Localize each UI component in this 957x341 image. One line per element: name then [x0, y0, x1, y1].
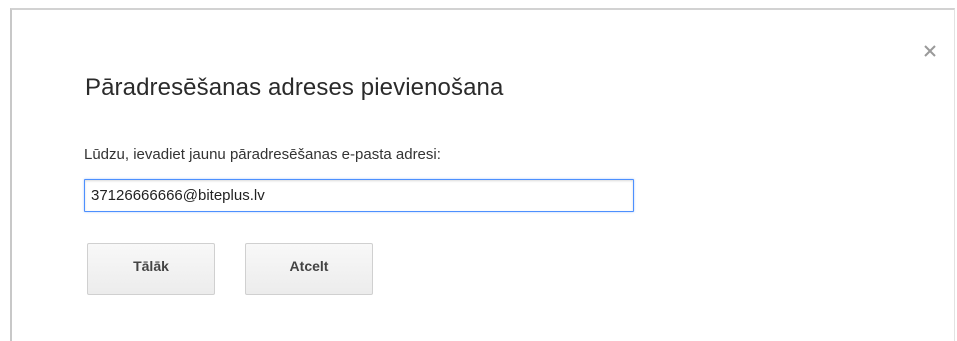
next-button-label: Tālāk [133, 258, 169, 274]
cancel-button-label: Atcelt [289, 258, 329, 274]
forwarding-email-input[interactable] [84, 179, 634, 212]
next-button[interactable]: Tālāk [87, 243, 215, 295]
close-icon[interactable] [921, 42, 939, 60]
email-prompt-label: Lūdzu, ievadiet jaunu pāradresēšanas e-p… [84, 146, 441, 163]
screen: Pāradresēšanas adreses pievienošana Lūdz… [0, 0, 957, 341]
cancel-button[interactable]: Atcelt [245, 243, 373, 295]
dialog-title: Pāradresēšanas adreses pievienošana [85, 74, 504, 101]
